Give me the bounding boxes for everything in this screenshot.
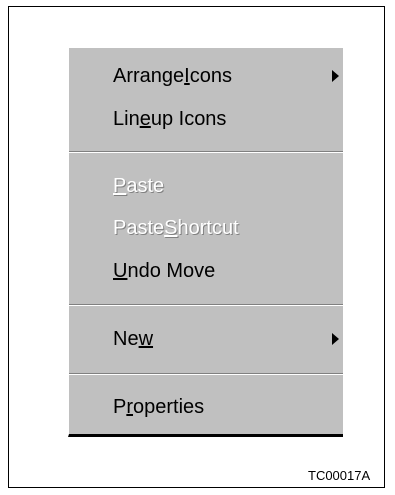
menu-item-undo-move[interactable]: Undo Move — [113, 255, 339, 287]
submenu-arrow-icon — [332, 333, 339, 345]
menu-item-label: Paste — [113, 216, 165, 239]
menu-separator — [69, 151, 343, 153]
mnemonic-letter: r — [126, 395, 134, 418]
mnemonic-letter: P — [113, 174, 127, 197]
mnemonic-letter: e — [139, 107, 151, 130]
menu-item-label: up Icons — [150, 107, 227, 130]
menu-item-properties[interactable]: Pr operties — [113, 391, 339, 423]
figure-code: TC00017A — [308, 468, 371, 483]
menu-item-label: operties — [133, 395, 205, 418]
menu-item-paste[interactable]: Paste — [113, 170, 339, 202]
menu-item-label: ndo Move — [127, 259, 216, 282]
menu-item-label: cons — [189, 64, 232, 87]
menu-item-label: hortcut — [177, 216, 239, 239]
menu-separator — [69, 304, 343, 306]
menu-item-label: P — [113, 395, 127, 418]
menu-separator — [69, 373, 343, 375]
desktop-context-menu: Arrange Icons Lin e up Icons Paste Paste … — [68, 47, 343, 437]
menu-item-label: Arrange — [113, 64, 185, 87]
menu-item-label: Ne — [113, 327, 139, 350]
mnemonic-letter: w — [138, 327, 154, 350]
mnemonic-letter: U — [113, 259, 128, 282]
menu-item-new[interactable]: Ne w — [113, 323, 339, 355]
menu-item-line-up-icons[interactable]: Lin e up Icons — [113, 103, 339, 135]
menu-item-label: Lin — [113, 107, 140, 130]
mnemonic-letter: S — [164, 216, 178, 239]
menu-item-paste-shortcut[interactable]: Paste Shortcut — [113, 212, 339, 244]
menu-item-arrange-icons[interactable]: Arrange Icons — [113, 60, 339, 92]
menu-item-label: aste — [126, 174, 165, 197]
submenu-arrow-icon — [332, 70, 339, 82]
